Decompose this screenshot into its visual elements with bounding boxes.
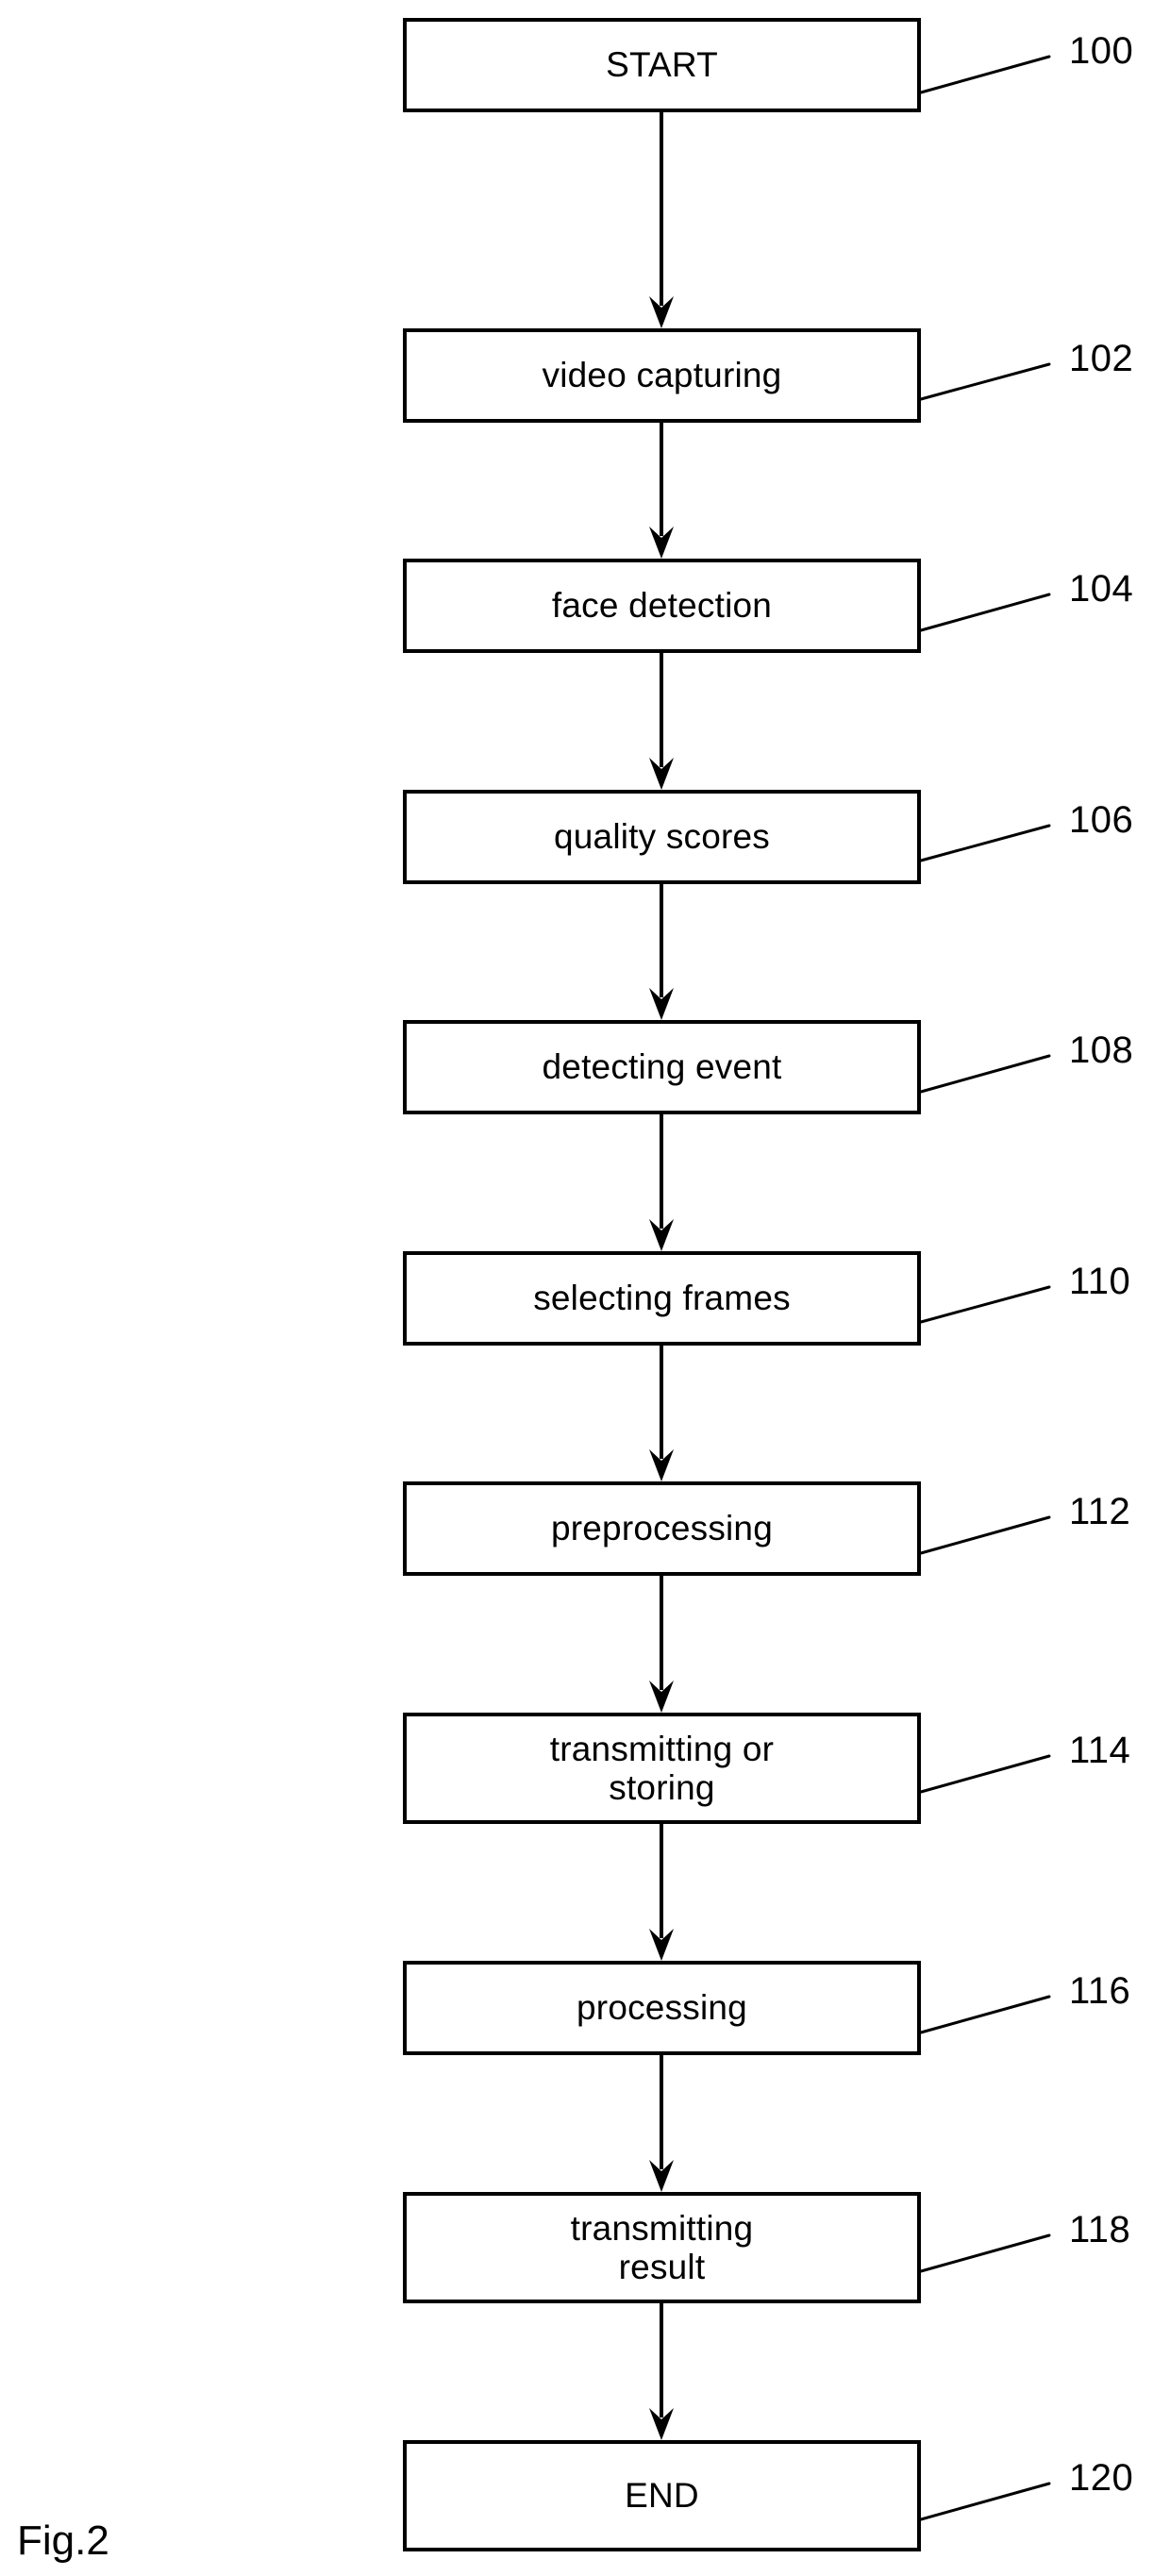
reference-numeral-110: 110 <box>1069 1261 1131 1302</box>
flow-arrow <box>640 423 683 559</box>
leader-line-100 <box>915 51 1055 98</box>
reference-numeral-118: 118 <box>1069 2209 1131 2250</box>
reference-numeral-102: 102 <box>1069 338 1134 379</box>
flow-box-label: processing <box>577 1988 747 2028</box>
leader-line-118 <box>915 2230 1055 2277</box>
leader-line-112 <box>915 1512 1055 1559</box>
flow-arrow <box>640 653 683 790</box>
flow-arrow <box>640 1576 683 1713</box>
flow-box-label: face detection <box>551 586 773 626</box>
flow-arrow <box>640 2055 683 2192</box>
leader-line-110 <box>915 1281 1055 1328</box>
reference-numeral-100: 100 <box>1069 30 1134 72</box>
leader-line-106 <box>915 820 1055 866</box>
flow-box-106: quality scores <box>403 790 921 884</box>
flow-box-110: selecting frames <box>403 1251 921 1346</box>
flow-arrow <box>640 112 683 328</box>
reference-numeral-112: 112 <box>1069 1491 1131 1532</box>
flow-box-102: video capturing <box>403 328 921 423</box>
leader-line-102 <box>915 359 1055 405</box>
flow-box-label: quality scores <box>553 817 770 857</box>
flow-box-100: START <box>403 18 921 112</box>
flow-box-116: processing <box>403 1961 921 2055</box>
leader-line-108 <box>915 1050 1055 1097</box>
flow-box-120: END <box>403 2440 921 2551</box>
flow-box-label: transmitting or storing <box>549 1729 775 1807</box>
flow-arrow <box>640 2303 683 2440</box>
flow-box-label: END <box>625 2476 699 2516</box>
leader-line-120 <box>915 2478 1055 2525</box>
reference-numeral-106: 106 <box>1069 799 1134 841</box>
leader-line-104 <box>915 589 1055 636</box>
leader-line-114 <box>915 1750 1055 1798</box>
flow-box-label: detecting event <box>542 1047 782 1087</box>
reference-numeral-120: 120 <box>1069 2457 1134 2499</box>
flow-box-104: face detection <box>403 559 921 653</box>
reference-numeral-116: 116 <box>1069 1970 1131 2012</box>
flow-arrow <box>640 1824 683 1961</box>
flow-box-118: transmitting result <box>403 2192 921 2303</box>
reference-numeral-104: 104 <box>1069 568 1134 610</box>
flow-arrow <box>640 1346 683 1481</box>
flow-arrow <box>640 1114 683 1251</box>
flow-box-label: preprocessing <box>550 1509 773 1548</box>
leader-line-116 <box>915 1991 1055 2038</box>
flow-arrow <box>640 884 683 1020</box>
flow-box-label: selecting frames <box>533 1279 791 1318</box>
flow-box-label: video capturing <box>542 356 782 395</box>
flow-box-114: transmitting or storing <box>403 1713 921 1824</box>
reference-numeral-108: 108 <box>1069 1029 1134 1071</box>
flow-box-label: START <box>606 45 718 85</box>
figure-caption: Fig.2 <box>17 2517 109 2564</box>
figure-canvas: START video capturing face detection qualit… <box>0 0 1170 2576</box>
reference-numeral-114: 114 <box>1069 1730 1131 1771</box>
flow-box-108: detecting event <box>403 1020 921 1114</box>
flow-box-label: transmitting result <box>570 2208 754 2286</box>
flow-box-112: preprocessing <box>403 1481 921 1576</box>
